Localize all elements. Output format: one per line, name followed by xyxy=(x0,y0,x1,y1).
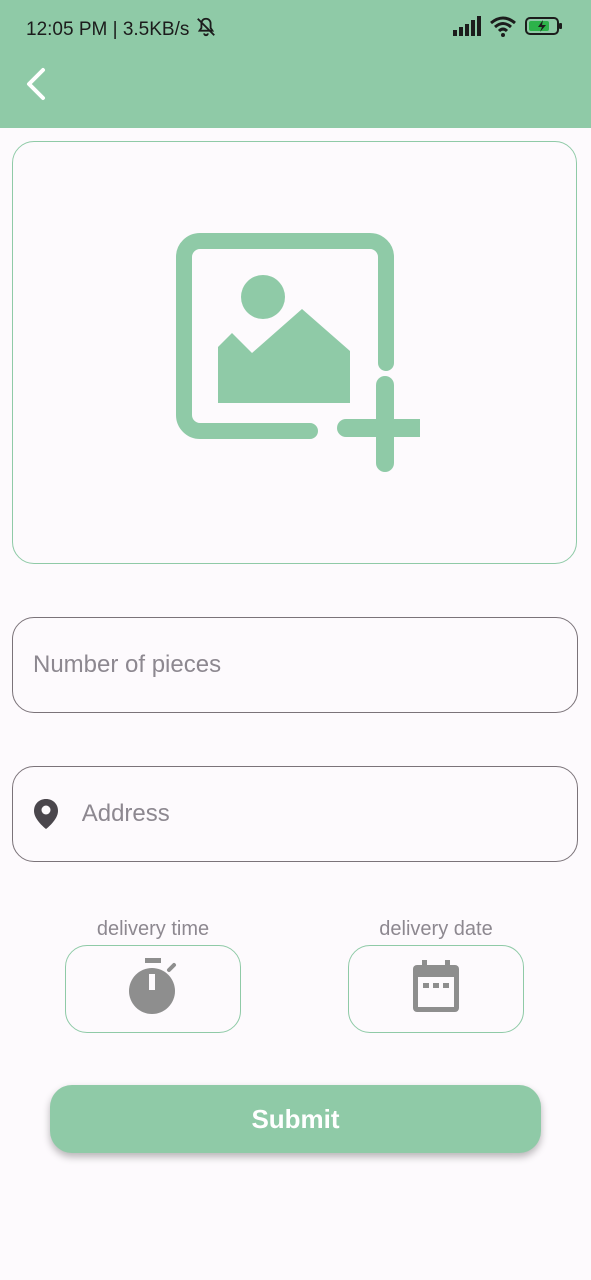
calendar-icon xyxy=(411,959,461,1019)
add-image-icon xyxy=(170,225,433,480)
submit-button[interactable]: Submit xyxy=(50,1085,541,1153)
chevron-left-icon xyxy=(25,67,47,106)
app-bar: 12:05 PM | 3.5KB/s xyxy=(0,0,591,128)
location-pin-icon xyxy=(31,797,62,831)
status-bar: 12:05 PM | 3.5KB/s xyxy=(0,0,591,56)
delivery-time-button[interactable] xyxy=(65,945,241,1033)
number-of-pieces-field[interactable] xyxy=(12,617,578,713)
back-button[interactable] xyxy=(18,66,54,106)
number-of-pieces-input[interactable] xyxy=(31,617,577,713)
delivery-date-label: delivery date xyxy=(379,918,493,940)
delivery-time-label: delivery time xyxy=(96,918,210,940)
stopwatch-icon xyxy=(127,957,179,1022)
address-input[interactable] xyxy=(79,766,577,862)
wifi-icon xyxy=(489,15,517,42)
battery-charging-icon xyxy=(525,16,563,41)
image-picker[interactable] xyxy=(12,141,577,564)
status-time: 12:05 PM | 3.5KB/s xyxy=(26,19,190,40)
bell-off-icon xyxy=(195,16,217,44)
signal-icon xyxy=(453,16,481,41)
address-field[interactable] xyxy=(12,766,578,862)
delivery-date-button[interactable] xyxy=(348,945,524,1033)
